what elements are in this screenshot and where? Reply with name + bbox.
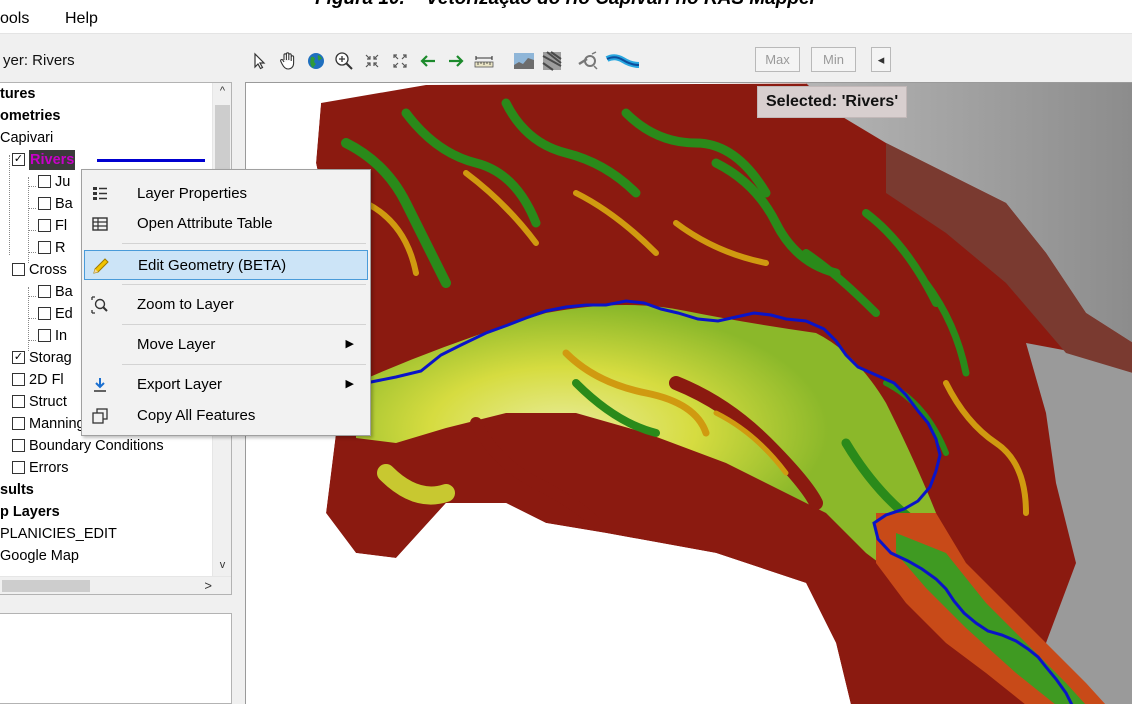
scroll-up-arrow[interactable]: ^ <box>213 85 231 103</box>
cs-edge-checkbox[interactable] <box>38 307 51 320</box>
pencil-icon <box>91 256 111 276</box>
zoom-layer-icon <box>90 295 110 315</box>
menu-move-layer[interactable]: Move Layer ▶ <box>84 330 368 360</box>
menu-help[interactable]: Help <box>65 10 98 28</box>
rivers-label: Rivers <box>30 152 75 168</box>
map-toolbar: Max Min ◂ <box>245 46 925 76</box>
pan-hand-icon[interactable] <box>275 48 301 74</box>
scroll-down-arrow[interactable]: v <box>213 559 231 577</box>
menu-export-layer[interactable]: Export Layer ▶ <box>84 370 368 400</box>
ras-mapper-window: ools Help yer: Rivers Max Min ◂ tures om… <box>0 8 1132 704</box>
storage-areas-checkbox[interactable]: ✓ <box>12 351 25 364</box>
tree-features[interactable]: tures <box>0 83 35 105</box>
menu-layer-properties[interactable]: Layer Properties <box>84 179 368 209</box>
menu-zoom-to-layer[interactable]: Zoom to Layer <box>84 290 368 320</box>
submenu-arrow-icon: ▶ <box>345 338 354 350</box>
cs-bank-checkbox[interactable] <box>38 285 51 298</box>
rivers-checkbox[interactable]: ✓ <box>12 153 25 166</box>
tree-geometries[interactable]: ometries <box>0 105 60 127</box>
flow-paths-checkbox[interactable] <box>38 219 51 232</box>
horizontal-scroll-thumb[interactable] <box>2 580 90 592</box>
mannings-checkbox[interactable] <box>12 417 25 430</box>
raster-icon[interactable] <box>539 48 565 74</box>
cs-interp-checkbox[interactable] <box>38 329 51 342</box>
globe-icon[interactable] <box>303 48 329 74</box>
tree-google-map[interactable]: Google Map <box>0 545 79 567</box>
2d-flow-checkbox[interactable] <box>12 373 25 386</box>
structures-checkbox[interactable] <box>12 395 25 408</box>
tree-map-layers[interactable]: p Layers <box>0 501 60 523</box>
tree-planicies-edit[interactable]: PLANICIES_EDIT <box>0 523 117 545</box>
zoom-extents-icon[interactable] <box>359 48 385 74</box>
menu-tools[interactable]: ools <box>0 10 29 28</box>
profile-icon[interactable] <box>511 48 537 74</box>
tree-capivari[interactable]: Capivari <box>0 127 53 149</box>
selected-layer-indicator: Selected: 'Rivers' <box>757 86 908 118</box>
map-view[interactable]: Selected: 'Rivers' <box>245 82 1132 704</box>
current-layer-label: yer: Rivers <box>3 52 75 69</box>
menu-bar: ools Help <box>0 8 1132 34</box>
tool-icon[interactable] <box>575 48 601 74</box>
errors-checkbox[interactable] <box>12 461 25 474</box>
export-icon <box>90 375 110 395</box>
tree-results[interactable]: sults <box>0 479 34 501</box>
submenu-arrow-icon: ▶ <box>345 378 354 390</box>
select-arrow-icon[interactable] <box>247 48 273 74</box>
copy-icon <box>90 406 110 426</box>
max-button[interactable]: Max <box>755 47 800 72</box>
rivers-legend-line <box>97 159 205 162</box>
zoom-full-icon[interactable] <box>387 48 413 74</box>
table-icon <box>90 214 110 234</box>
menu-copy-all-features[interactable]: Copy All Features <box>84 401 368 431</box>
figure-caption: Figura 10. – Vetorização do rio Capivari… <box>0 0 1132 8</box>
boundary-conditions-checkbox[interactable] <box>12 439 25 452</box>
forward-arrow-icon[interactable] <box>443 48 469 74</box>
river-icon[interactable] <box>605 48 641 74</box>
tree-horizontal-scrollbar[interactable]: > <box>0 576 231 594</box>
cross-sections-checkbox[interactable] <box>12 263 25 276</box>
lower-panel <box>0 613 232 704</box>
layer-properties-icon <box>90 184 110 204</box>
reaches-checkbox[interactable] <box>38 241 51 254</box>
terrain-map <box>246 83 1132 704</box>
menu-edit-geometry[interactable]: Edit Geometry (BETA) <box>84 250 368 280</box>
min-button[interactable]: Min <box>811 47 856 72</box>
menu-open-attribute-table[interactable]: Open Attribute Table <box>84 209 368 239</box>
scroll-right-arrow[interactable]: > <box>204 578 212 593</box>
measure-icon[interactable] <box>471 48 497 74</box>
bank-lines-checkbox[interactable] <box>38 197 51 210</box>
back-arrow-icon[interactable] <box>415 48 441 74</box>
toolbar-scroll-left[interactable]: ◂ <box>871 47 891 72</box>
junctions-checkbox[interactable] <box>38 175 51 188</box>
zoom-in-icon[interactable] <box>331 48 357 74</box>
layer-context-menu: Layer Properties Open Attribute Table Ed… <box>81 169 371 436</box>
figure-caption-text: Figura 10. – Vetorização do rio Capivari… <box>0 0 1132 8</box>
